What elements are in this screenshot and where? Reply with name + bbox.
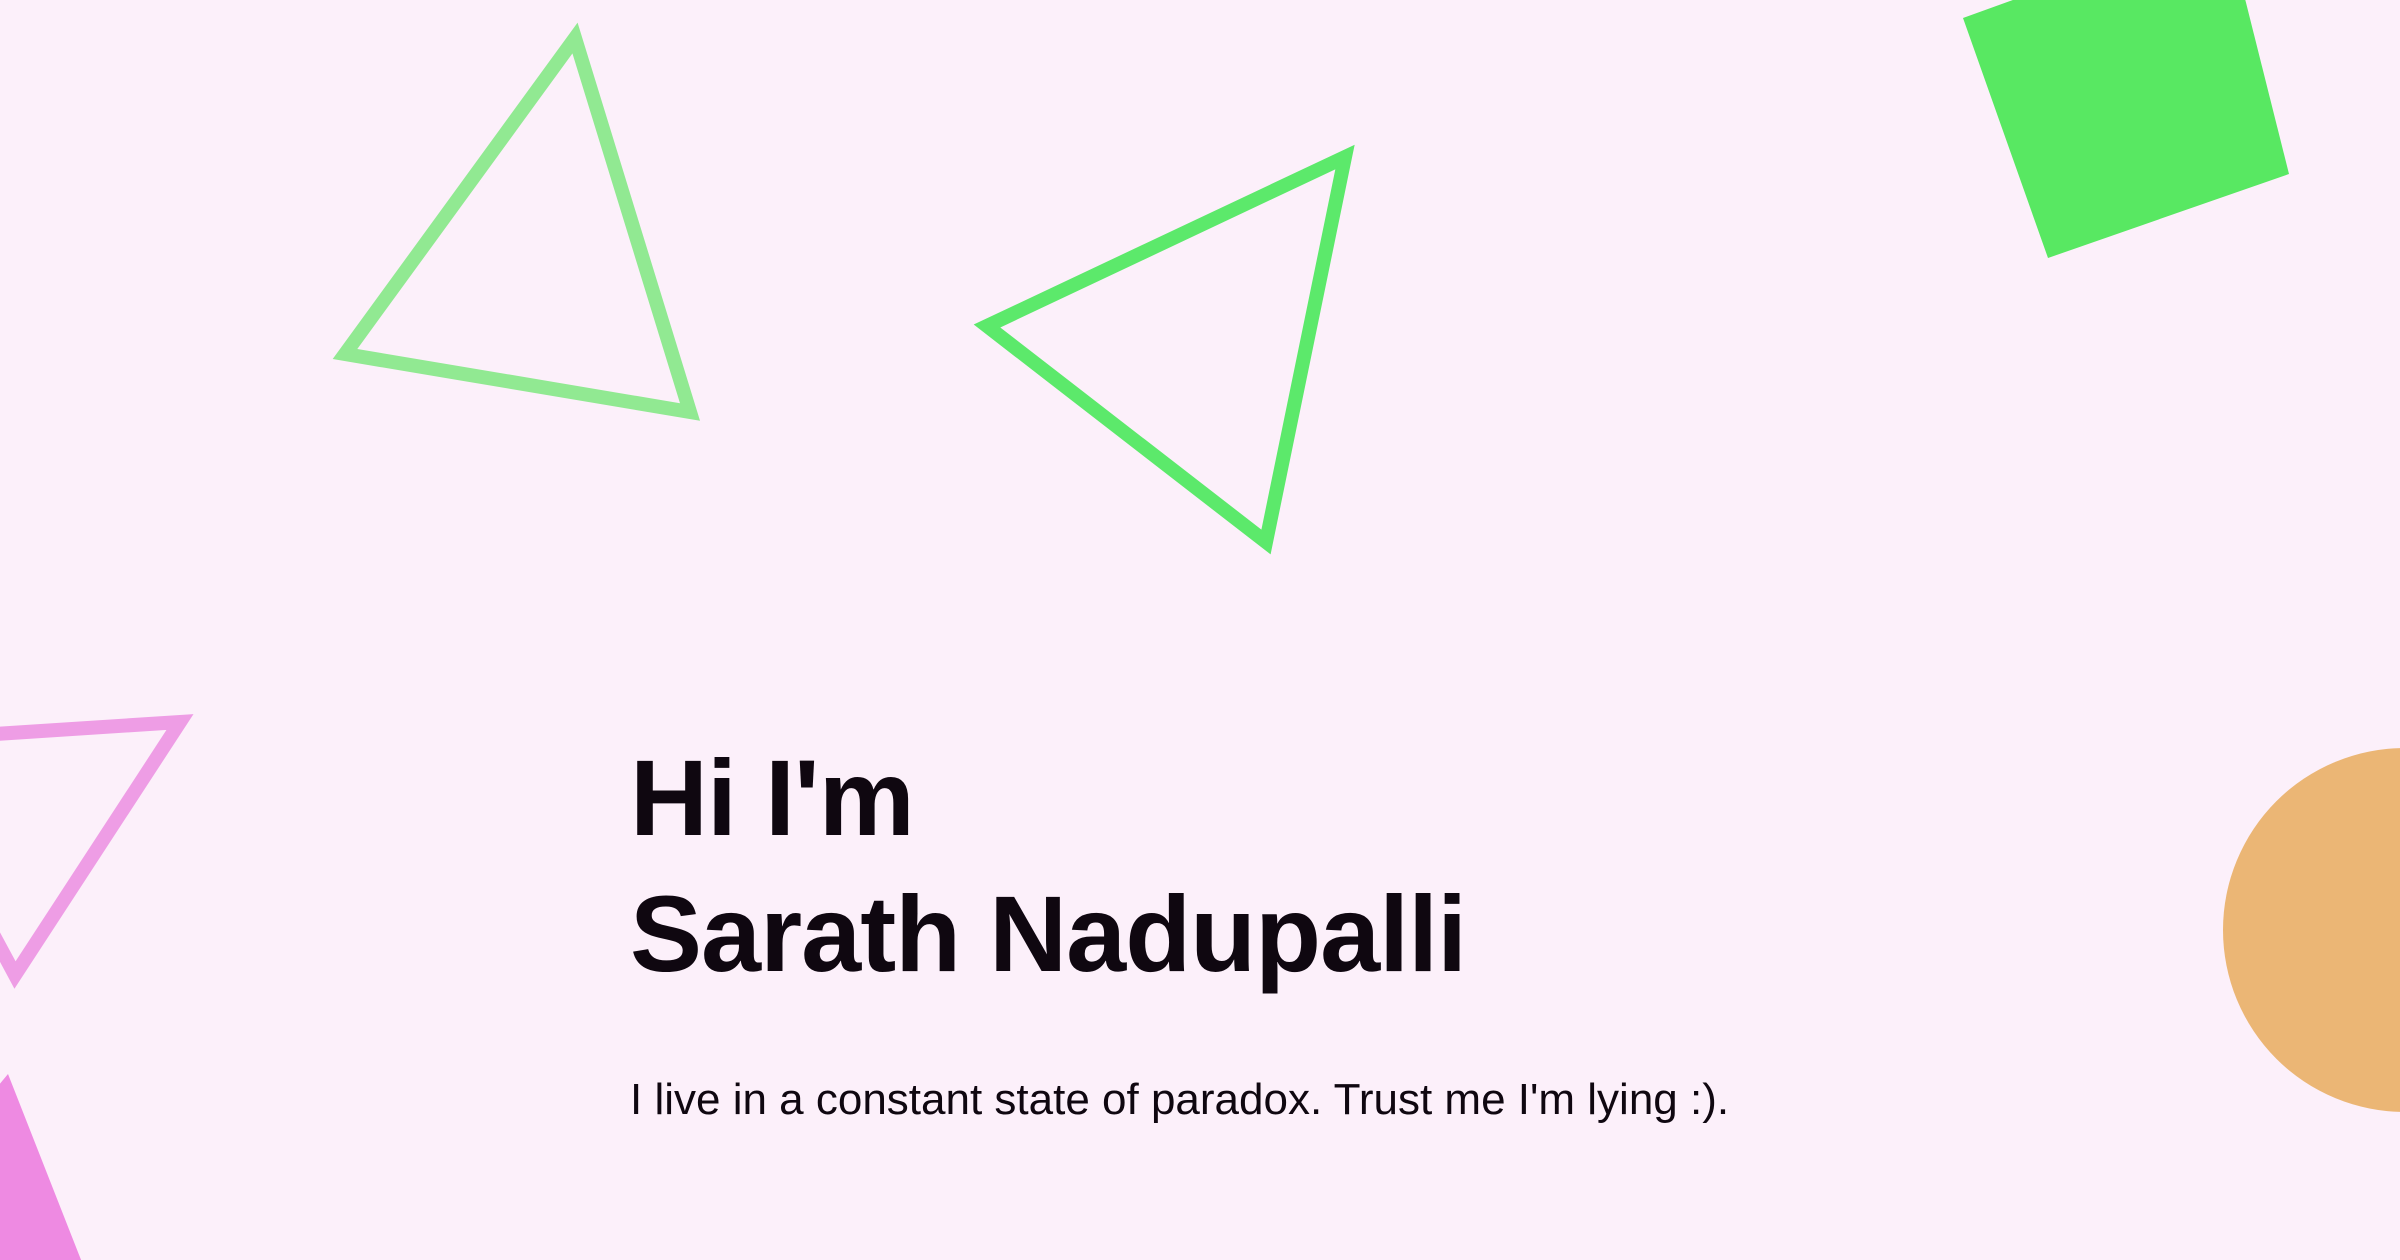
tagline: I live in a constant state of paradox. T… (630, 1075, 1730, 1124)
hero-section: Hi I'm Sarath Nadupalli I live in a cons… (630, 730, 2080, 1128)
hero-heading: Hi I'm Sarath Nadupalli (630, 730, 2080, 1002)
green-square (1963, 0, 2289, 258)
pink-outlined-triangle (0, 714, 194, 989)
orange-circle (2223, 748, 2400, 1112)
greeting-line: Hi I'm (630, 737, 915, 858)
green-outlined-triangle-left (332, 22, 701, 421)
author-name: Sarath Nadupalli (630, 873, 1467, 994)
pink-filled-triangle (0, 1074, 82, 1260)
green-outlined-triangle-center (973, 144, 1355, 555)
